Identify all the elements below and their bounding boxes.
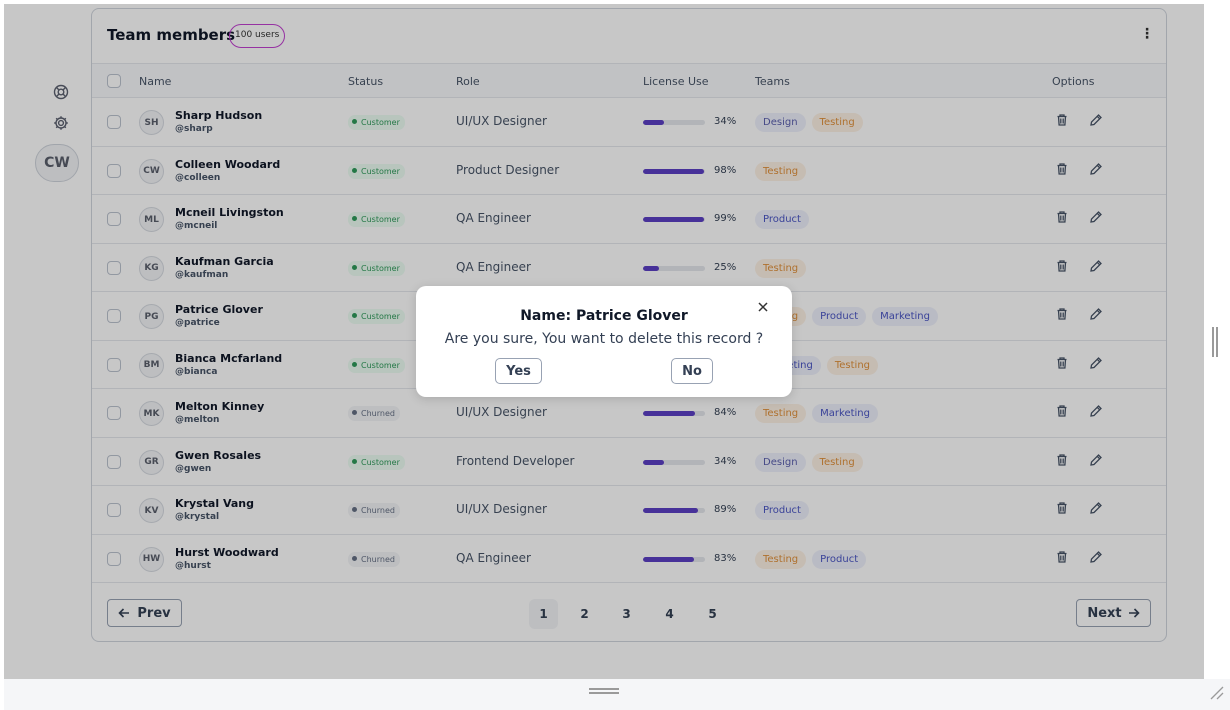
close-icon[interactable] (757, 298, 769, 312)
modal-title: Name: Patrice Glover (520, 308, 688, 324)
vertical-resize-handle[interactable] (1212, 327, 1218, 357)
bottom-panel-edge (4, 679, 1230, 710)
no-button[interactable]: No (671, 358, 713, 384)
modal-message: Are you sure, You want to delete this re… (444, 331, 764, 347)
delete-confirm-modal: Name: Patrice Glover Are you sure, You w… (416, 286, 792, 397)
horizontal-resize-handle[interactable] (589, 688, 619, 694)
yes-button[interactable]: Yes (495, 358, 542, 384)
resize-grip-icon[interactable] (1208, 684, 1224, 700)
